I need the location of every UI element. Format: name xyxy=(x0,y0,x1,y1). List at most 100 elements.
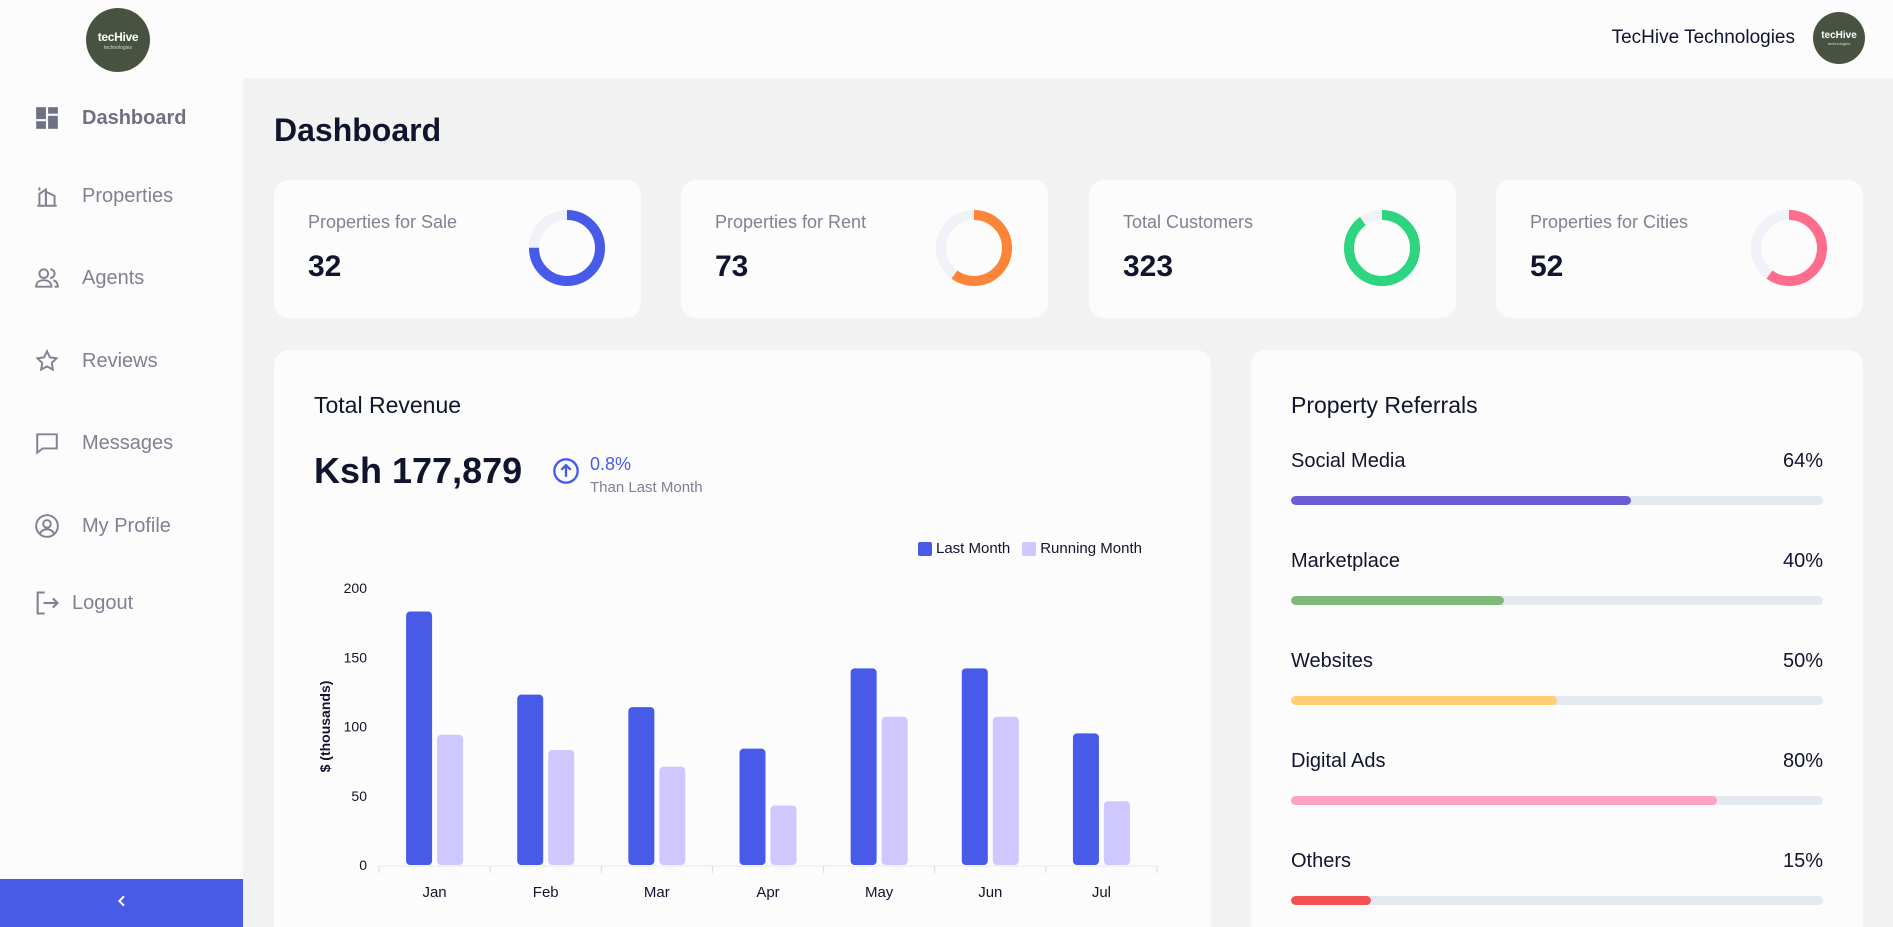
stat-card-rent: Properties for Rent 73 xyxy=(681,180,1048,318)
progress-fill xyxy=(1291,696,1557,705)
progress-track xyxy=(1291,696,1823,705)
donut-arc xyxy=(1344,210,1420,286)
referral-name: Marketplace xyxy=(1291,550,1400,572)
progress-track xyxy=(1291,896,1823,905)
sidebar-item-label: Reviews xyxy=(82,349,158,372)
stat-label: Total Customers xyxy=(1123,212,1254,232)
sidebar-item-logout[interactable]: Logout xyxy=(32,587,133,619)
page-title: Dashboard xyxy=(274,112,442,148)
sidebar-item-label: My Profile xyxy=(82,514,171,537)
sidebar-collapse-button[interactable] xyxy=(0,879,243,927)
bar-running-month-apr[interactable] xyxy=(770,805,797,865)
message-icon xyxy=(32,428,62,458)
sidebar-item-agents[interactable]: Agents xyxy=(32,262,144,294)
donut-chart xyxy=(1751,210,1827,286)
bar-running-month-may[interactable] xyxy=(881,716,908,865)
dashboard-icon xyxy=(32,103,62,133)
y-tick-label: 100 xyxy=(344,719,368,735)
logo-text: tecHive xyxy=(97,29,139,44)
donut-chart xyxy=(936,210,1012,286)
bar-last-month-jan[interactable] xyxy=(406,611,433,865)
bar-last-month-jun[interactable] xyxy=(961,668,988,865)
sidebar-item-label: Dashboard xyxy=(82,106,187,129)
x-tick-label: Jun xyxy=(978,884,1002,901)
progress-fill xyxy=(1291,496,1632,505)
logout-icon xyxy=(32,588,62,618)
bar-running-month-jul[interactable] xyxy=(1103,801,1130,865)
company-logo[interactable]: tecHive technologies xyxy=(86,8,150,72)
bar-last-month-jul[interactable] xyxy=(1072,733,1099,865)
stat-value: 323 xyxy=(1123,250,1174,283)
sidebar-item-my-profile[interactable]: My Profile xyxy=(32,510,171,542)
chevron-left-icon xyxy=(114,893,130,914)
progress-track xyxy=(1291,796,1823,805)
logo-subtext: technologies xyxy=(103,44,133,51)
referral-name: Digital Ads xyxy=(1291,750,1386,772)
sidebar-item-dashboard[interactable]: Dashboard xyxy=(32,102,186,134)
progress-track xyxy=(1291,596,1823,605)
x-tick-label: Jan xyxy=(422,884,446,901)
progress-fill xyxy=(1291,896,1371,905)
bar-last-month-apr[interactable] xyxy=(739,748,766,865)
user-circle-icon xyxy=(32,511,62,541)
referral-name: Websites xyxy=(1291,650,1373,672)
revenue-bar-chart: 0 50 100 150 200 $ (thousands) Jan Feb Mar Apr May… xyxy=(317,580,1158,901)
donut-chart xyxy=(1344,210,1420,286)
y-tick-label: 50 xyxy=(351,788,367,804)
bar-running-month-jun[interactable] xyxy=(992,716,1019,865)
users-icon xyxy=(32,263,62,293)
referral-pct: 15% xyxy=(1782,850,1823,872)
avatar-text: tecHive xyxy=(1821,30,1857,41)
x-tick-label: Jul xyxy=(1092,884,1111,901)
sidebar-item-messages[interactable]: Messages xyxy=(32,427,173,459)
y-axis-label: $ (thousands) xyxy=(317,681,333,773)
sidebar-item-label: Agents xyxy=(82,266,145,289)
bar-running-month-feb[interactable] xyxy=(548,750,575,865)
stat-value: 52 xyxy=(1530,250,1564,283)
stat-card-cities: Properties for Cities 52 xyxy=(1496,180,1863,318)
bar-last-month-may[interactable] xyxy=(850,668,877,865)
progress-track xyxy=(1291,496,1823,505)
top-header: TecHive Technologies tecHive technologie… xyxy=(243,0,1893,78)
referrals-card: Property Referrals Social Media 64% Mark… xyxy=(1251,350,1863,927)
sidebar: tecHive technologies Dashboard Propertie… xyxy=(0,0,243,927)
donut-chart xyxy=(529,210,605,286)
progress-fill xyxy=(1291,596,1504,605)
y-tick-label: 0 xyxy=(359,857,367,873)
revenue-card: Total Revenue Ksh 177,879 0.8% Than Last… xyxy=(274,350,1211,927)
bar-running-month-jan[interactable] xyxy=(437,734,464,865)
y-tick-label: 200 xyxy=(344,580,368,596)
sidebar-item-label: Messages xyxy=(82,431,174,454)
sidebar-item-reviews[interactable]: Reviews xyxy=(32,345,158,377)
x-tick-label: May xyxy=(865,884,894,901)
star-icon xyxy=(32,346,62,376)
referral-name: Others xyxy=(1291,850,1352,872)
referral-pct: 40% xyxy=(1782,550,1823,572)
stat-label: Properties for Sale xyxy=(308,212,458,232)
stat-card-sale: Properties for Sale 32 xyxy=(274,180,641,318)
stat-label: Properties for Cities xyxy=(1530,212,1689,232)
x-tick-label: Mar xyxy=(644,884,670,901)
sidebar-item-label: Logout xyxy=(72,591,134,614)
referral-pct: 80% xyxy=(1782,750,1823,772)
sidebar-item-properties[interactable]: Properties xyxy=(32,180,173,212)
stat-value: 73 xyxy=(715,250,749,283)
bar-running-month-mar[interactable] xyxy=(659,766,686,865)
referral-pct: 64% xyxy=(1782,450,1823,472)
bar-last-month-mar[interactable] xyxy=(628,707,655,865)
stat-value: 32 xyxy=(308,250,342,283)
referral-name: Social Media xyxy=(1291,450,1406,472)
avatar[interactable]: tecHive technologies xyxy=(1813,12,1865,64)
bar-last-month-feb[interactable] xyxy=(517,694,544,865)
sidebar-item-label: Properties xyxy=(82,184,174,207)
referral-pct: 50% xyxy=(1782,650,1823,672)
progress-fill xyxy=(1291,796,1717,805)
company-name: TecHive Technologies xyxy=(1611,27,1795,48)
stat-card-customers: Total Customers 323 xyxy=(1089,180,1456,318)
y-tick-label: 150 xyxy=(344,649,368,665)
avatar-subtext: technologies xyxy=(1827,41,1851,46)
stat-label: Properties for Rent xyxy=(715,212,867,232)
x-tick-label: Apr xyxy=(756,884,779,901)
building-icon xyxy=(32,181,62,211)
x-tick-label: Feb xyxy=(533,884,559,901)
